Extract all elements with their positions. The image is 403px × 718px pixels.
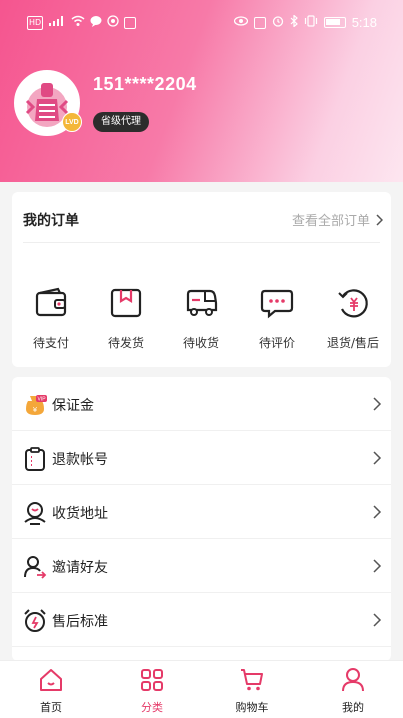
orders-title: 我的订单 — [23, 213, 79, 229]
signal-5g-icon — [48, 15, 66, 30]
home-icon — [40, 669, 62, 691]
refund-icon — [338, 289, 368, 318]
order-label: 待支付 — [32, 336, 69, 350]
chevron-right-icon — [376, 213, 383, 226]
chevron-right-icon — [373, 613, 382, 627]
tab-cart[interactable]: 购物车 — [222, 667, 282, 715]
svg-text:¥: ¥ — [33, 406, 38, 414]
chevron-right-icon — [373, 397, 382, 411]
address-icon — [24, 502, 46, 525]
package-icon — [110, 288, 142, 318]
order-to-review[interactable]: 待评价 — [239, 287, 315, 351]
tab-label: 我的 — [342, 701, 364, 714]
app-icon — [124, 16, 137, 29]
message-icon — [90, 15, 102, 30]
level-badge: 省级代理 — [93, 112, 149, 132]
chevron-right-icon — [373, 559, 382, 573]
view-all-label: 查看全部订单 — [291, 214, 370, 229]
menu-item-deposit[interactable]: VIP ¥ 保证金 — [12, 377, 391, 431]
deposit-icon: VIP ¥ — [26, 395, 47, 415]
alarm-icon — [272, 15, 284, 30]
tab-mine[interactable]: 我的 — [323, 667, 383, 715]
wifi-icon — [71, 15, 85, 30]
menu-item-address[interactable]: 收货地址 — [12, 485, 391, 539]
chevron-right-icon — [373, 505, 382, 519]
cart-icon — [241, 669, 263, 691]
menu-item-refund-account[interactable]: 退款帐号 — [12, 431, 391, 485]
order-label: 退货/售后 — [326, 336, 380, 350]
menu-label: 退款帐号 — [52, 452, 108, 468]
order-label: 待收货 — [182, 336, 219, 350]
nfc-icon — [253, 16, 266, 29]
order-to-receive[interactable]: 待收货 — [163, 287, 239, 351]
tab-category[interactable]: 分类 — [122, 667, 182, 715]
orders-card: 我的订单 查看全部订单 待支付 待发货 待收货 待评价 退货/售后 — [12, 192, 391, 367]
divider — [23, 242, 380, 243]
bluetooth-icon — [290, 14, 298, 30]
tab-home[interactable]: 首页 — [21, 667, 81, 715]
vibrate-icon — [304, 15, 318, 30]
level-medal-icon: LVD — [62, 112, 82, 132]
user-icon — [342, 668, 364, 692]
svg-text:VIP: VIP — [37, 397, 46, 403]
order-refund[interactable]: 退货/售后 — [315, 287, 391, 351]
tab-label: 分类 — [141, 701, 163, 714]
truck-icon — [186, 289, 218, 316]
menu-card: VIP ¥ 保证金 退款帐号 收货地址 邀请好友 售后标准 — [12, 377, 391, 661]
hd-icon: HD — [27, 15, 44, 30]
menu-label: 保证金 — [52, 398, 94, 414]
order-pending-payment[interactable]: 待支付 — [13, 287, 89, 351]
eye-icon — [233, 16, 248, 29]
tab-label: 购物车 — [235, 701, 269, 714]
menu-label: 售后标准 — [52, 614, 108, 630]
menu-label: 邀请好友 — [52, 560, 108, 576]
menu-item-after-sales[interactable]: 售后标准 — [12, 593, 391, 647]
wallet-icon — [35, 287, 67, 317]
status-bar: HD 5:18 — [0, 0, 403, 42]
grid-icon — [141, 669, 163, 691]
order-label: 待发货 — [107, 336, 144, 350]
chevron-right-icon — [373, 451, 382, 465]
invite-icon — [24, 556, 47, 579]
clock-time: 5:18 — [351, 15, 377, 30]
tab-bar: 首页 分类 购物车 我的 — [0, 660, 403, 718]
tab-label: 首页 — [40, 701, 62, 714]
battery-icon — [323, 17, 346, 28]
view-all-orders-link[interactable]: 查看全部订单 — [292, 210, 383, 229]
order-label: 待评价 — [258, 336, 295, 350]
menu-item-invite[interactable]: 邀请好友 — [12, 539, 391, 593]
chat-icon — [260, 289, 294, 319]
location-icon — [107, 15, 119, 30]
order-to-ship[interactable]: 待发货 — [88, 287, 164, 351]
user-phone: 151****2204 — [93, 74, 197, 94]
clipboard-icon — [25, 447, 45, 471]
clock-icon — [24, 609, 46, 632]
menu-label: 收货地址 — [52, 506, 108, 522]
